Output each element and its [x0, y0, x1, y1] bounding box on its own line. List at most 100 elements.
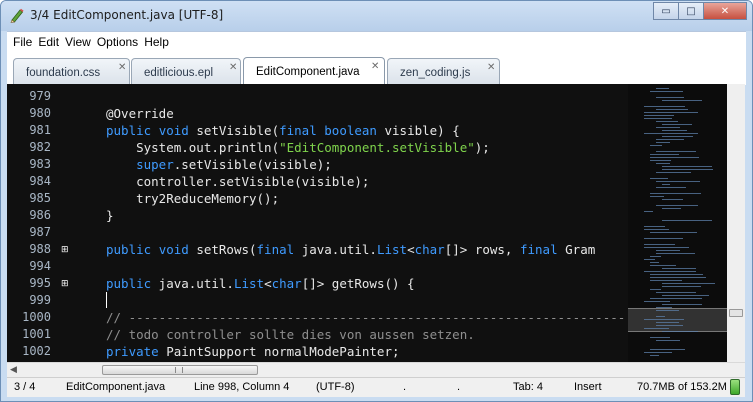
minimap-line — [650, 262, 659, 263]
minimap-line — [644, 133, 698, 134]
horizontal-scroll-thumb[interactable] — [102, 365, 258, 375]
code-area[interactable]: @Override public void setVisible(final b… — [106, 84, 628, 362]
minimize-button[interactable]: ▭ — [653, 2, 679, 20]
minimap-line — [662, 169, 713, 170]
code-line-984: controller.setVisible(visible); — [106, 173, 369, 190]
keyword: void — [158, 123, 189, 138]
comment: // todo controller sollte dies von ausse… — [106, 327, 475, 342]
tab-editcomponent-java[interactable]: EditComponent.java ✕ — [243, 57, 385, 85]
tab-zen-coding-js[interactable]: zen_coding.js ✕ — [387, 58, 500, 85]
minimap-line — [662, 208, 681, 209]
fold-expand-icon[interactable]: ⊞ — [61, 245, 71, 255]
minimap-line — [662, 331, 698, 332]
minimap-line — [656, 172, 691, 173]
minimap-line — [656, 97, 684, 98]
minimap-line — [650, 256, 661, 257]
code-line-1000: // -------------------------------------… — [106, 309, 625, 326]
minimap-line — [644, 244, 675, 245]
menu-edit[interactable]: Edit — [36, 35, 63, 49]
line-number: 995 — [29, 276, 51, 290]
minimap-line — [650, 232, 697, 233]
tab-close-icon[interactable]: ✕ — [487, 62, 495, 73]
minimap-line — [644, 118, 672, 119]
minimap-line — [644, 271, 696, 272]
code-line-988: public void setRows(final java.util.List… — [106, 241, 595, 258]
minimap-line — [656, 322, 679, 323]
minimap-line — [650, 265, 676, 266]
maximize-button[interactable]: □ — [678, 2, 704, 20]
tab-foundation-css[interactable]: foundation.css ✕ — [13, 58, 130, 85]
minimap-line — [662, 130, 687, 131]
tab-close-icon[interactable]: ✕ — [118, 62, 126, 73]
minimap-line — [650, 157, 699, 158]
status-dot: . — [403, 381, 407, 393]
minimap-line — [650, 154, 679, 155]
code-text: < — [264, 276, 272, 291]
horizontal-scrollbar[interactable]: ◀ — [7, 362, 745, 377]
close-button[interactable]: ✕ — [703, 2, 747, 20]
minimap-line — [656, 316, 665, 317]
grip-icon — [175, 367, 183, 373]
minimap-line — [656, 151, 696, 152]
status-bar: 3 / 4 EditComponent.java Line 998, Colum… — [7, 377, 745, 397]
minimap-line — [656, 109, 688, 110]
minimap-line — [650, 91, 683, 92]
minimap-viewport[interactable] — [628, 308, 728, 332]
menu-options[interactable]: Options — [95, 35, 142, 49]
code-text: } — [106, 208, 114, 223]
status-encoding[interactable]: (UTF-8) — [316, 381, 355, 393]
code-editor[interactable]: 979 980 981 982 983 984 985 986 987 988 … — [7, 84, 745, 362]
tab-label: zen_coding.js — [400, 67, 471, 79]
tab-close-icon[interactable]: ✕ — [229, 62, 237, 73]
keyword: final — [519, 242, 558, 257]
minimap-line — [644, 229, 669, 230]
keyword: void — [158, 242, 189, 257]
minimap-line — [656, 307, 672, 308]
minimap-line — [650, 274, 703, 275]
keyword: List — [376, 242, 408, 257]
minimap-line — [656, 142, 670, 143]
tab-label: EditComponent.java — [256, 66, 360, 78]
minimap-line — [656, 88, 669, 89]
keyword: final — [256, 242, 295, 257]
minimap-line — [656, 253, 695, 254]
memory-gauge-icon[interactable] — [730, 379, 740, 395]
scroll-left-icon[interactable]: ◀ — [10, 365, 17, 375]
minimap-line — [650, 298, 702, 299]
text-cursor — [106, 292, 107, 308]
minimap-line — [644, 211, 653, 212]
keyword: super — [106, 157, 174, 172]
menu-file[interactable]: File — [11, 35, 36, 49]
tab-editlicious-epl[interactable]: editlicious.epl ✕ — [131, 58, 241, 85]
minimap-line — [644, 106, 685, 107]
menu-help[interactable]: Help — [142, 35, 173, 49]
minimap-line — [662, 184, 670, 185]
status-insert-mode[interactable]: Insert — [574, 381, 602, 393]
minimap-line — [644, 352, 672, 353]
window-controls: ▭ □ ✕ — [653, 2, 747, 20]
vertical-scroll-thumb[interactable] — [729, 309, 743, 317]
keyword: private — [106, 344, 159, 359]
code-text: System.out.println( — [106, 140, 280, 155]
minimap-line — [662, 283, 715, 284]
minimap-line — [662, 295, 709, 296]
code-line-983: super.setVisible(visible); — [106, 156, 332, 173]
fold-expand-icon[interactable]: ⊞ — [61, 279, 71, 289]
menu-view[interactable]: View — [63, 35, 95, 49]
minimap-line — [650, 145, 662, 146]
line-number: 982 — [29, 140, 51, 154]
keyword: final — [279, 123, 317, 138]
vertical-scrollbar[interactable] — [727, 84, 745, 362]
line-number: 984 — [29, 174, 51, 188]
minimap-line — [644, 112, 698, 113]
keyword: public — [106, 123, 152, 138]
minimap-line — [662, 220, 712, 221]
code-text: []> rows, — [444, 242, 520, 257]
line-number: 980 — [29, 106, 51, 120]
minimap-line — [656, 181, 700, 182]
title-bar[interactable]: 3/4 EditComponent.java [UTF-8] ▭ □ ✕ — [1, 1, 752, 31]
code-line-986: } — [106, 207, 114, 224]
minimap-line — [662, 304, 702, 305]
status-tab-size[interactable]: Tab: 4 — [513, 381, 543, 393]
tab-close-icon[interactable]: ✕ — [371, 61, 379, 72]
